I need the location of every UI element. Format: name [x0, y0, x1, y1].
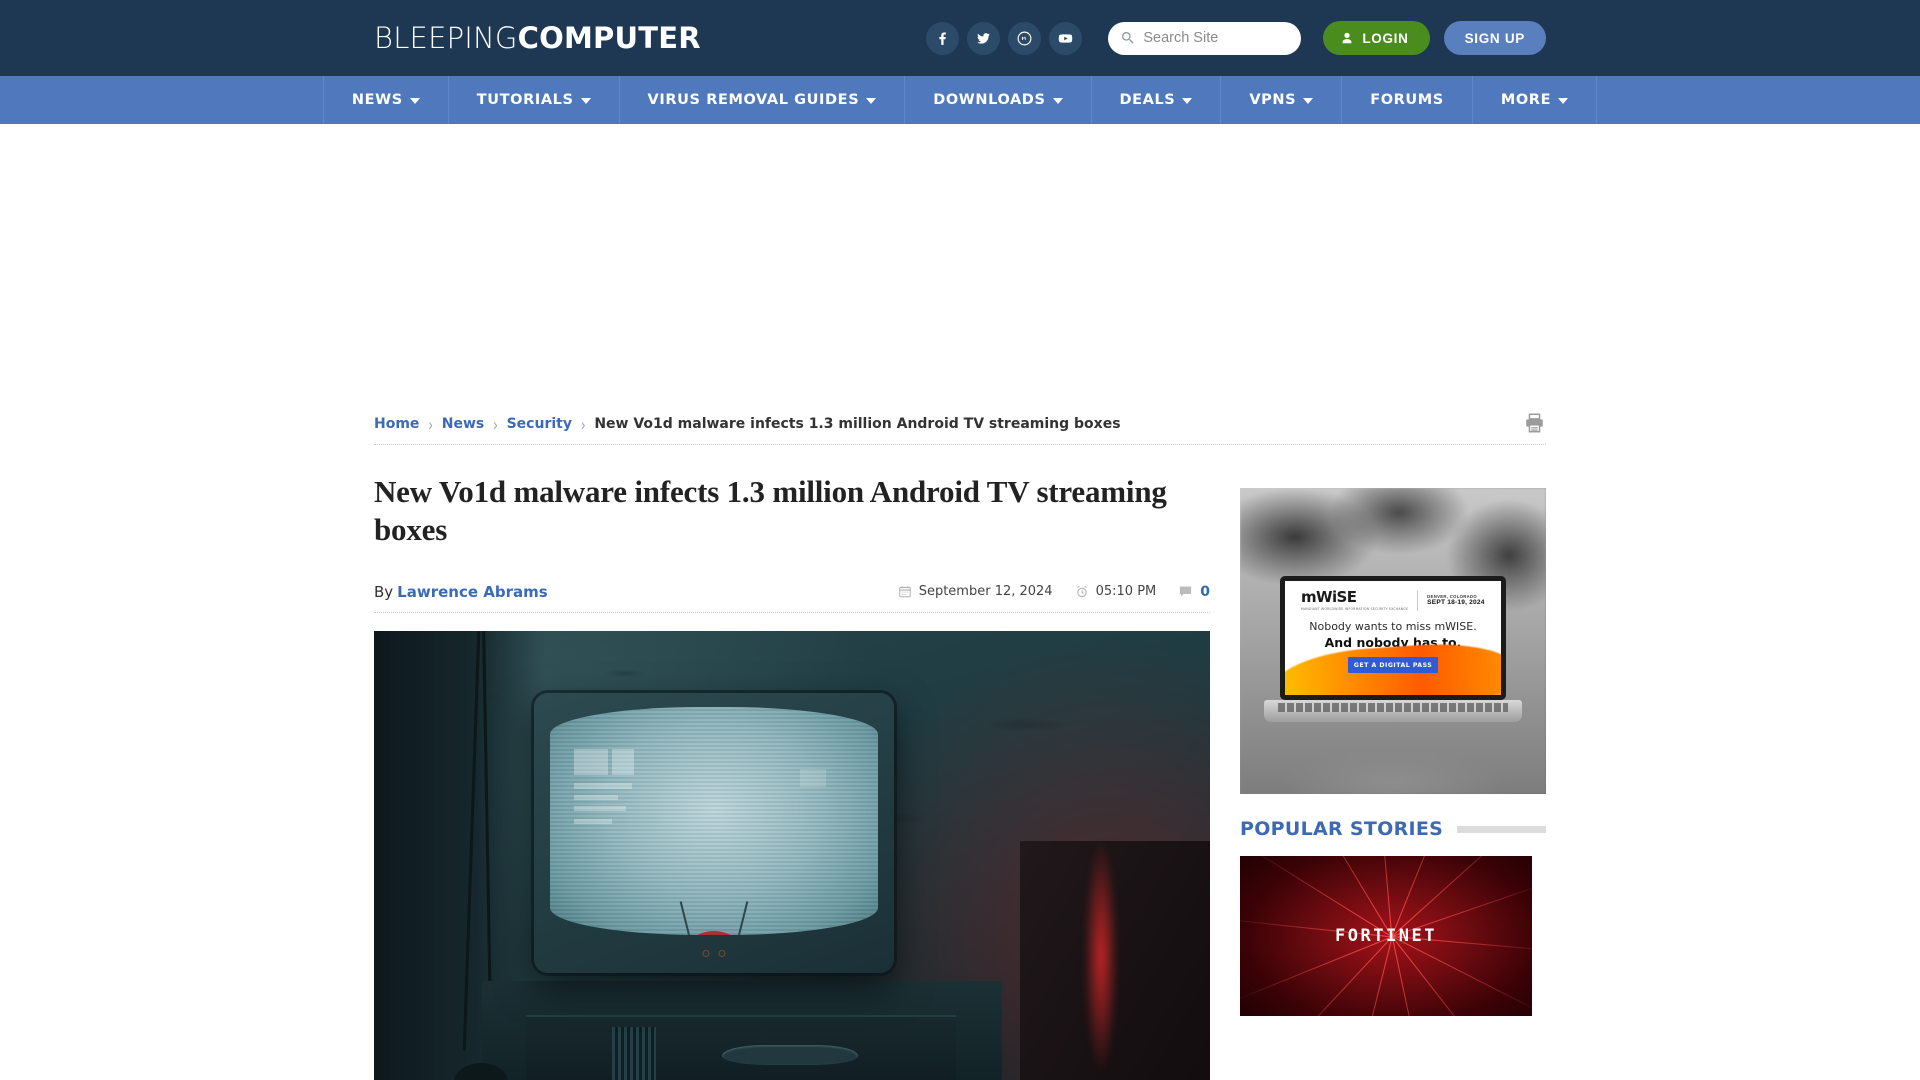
breadcrumb-separator: › [580, 414, 586, 434]
search-box[interactable] [1108, 21, 1302, 55]
comment-icon [1180, 586, 1192, 597]
ad-cta-button[interactable]: GET A DIGITAL PASS [1348, 657, 1438, 673]
robot-antenna-left [679, 900, 691, 935]
nav-label: DOWNLOADS [933, 92, 1046, 108]
facebook-icon[interactable] [926, 21, 960, 55]
nav-label: VIRUS REMOVAL GUIDES [647, 92, 860, 108]
hero-red-glow [1084, 840, 1118, 1071]
breadcrumb: Home › News › Security › New Vo1d malwar… [374, 412, 1546, 445]
leaderboard-ad-slot [0, 124, 1920, 412]
chevron-down-icon [580, 98, 591, 104]
nav-label: VPNS [1249, 92, 1297, 108]
nav-label: FORUMS [1370, 92, 1444, 108]
article-main-column: New Vo1d malware infects 1.3 million And… [374, 445, 1210, 1080]
login-button[interactable]: LOGIN [1323, 21, 1430, 55]
ad-laptop-screen: mWiSE MANDIANT WORLDWIDE INFORMATION SEC… [1280, 576, 1506, 700]
search-icon [1122, 31, 1134, 44]
breadcrumb-item-security[interactable]: Security [507, 416, 572, 432]
popular-stories-title: POPULAR STORIES [1240, 818, 1444, 840]
comment-count[interactable]: 0 [1178, 584, 1210, 600]
sidebar-ad-mwise[interactable]: mWiSE MANDIANT WORLDWIDE INFORMATION SEC… [1240, 488, 1546, 794]
search-input[interactable] [1143, 30, 1292, 46]
publish-time: 05:10 PM [1075, 584, 1157, 600]
breadcrumb-item-news[interactable]: News [442, 416, 484, 432]
breadcrumb-separator: › [428, 414, 433, 434]
ad-brand-logo: mWiSE [1301, 588, 1357, 606]
nav-label: TUTORIALS [476, 92, 574, 108]
mastodon-icon[interactable] [1008, 21, 1042, 55]
logo-text-light: BLEEPING [374, 21, 518, 55]
chevron-down-icon [866, 98, 877, 104]
hero-computer-case [526, 1014, 956, 1080]
by-label: By [374, 582, 394, 601]
breadcrumb-item-home[interactable]: Home [374, 416, 419, 432]
site-logo[interactable]: BLEEPINGCOMPUTER [374, 24, 701, 54]
user-icon [1342, 32, 1352, 44]
hero-monitor-leds [702, 949, 726, 957]
nav-item-vpns[interactable]: VPNS [1221, 76, 1343, 124]
nav-label: MORE [1500, 92, 1552, 108]
hero-case-vents [612, 1026, 656, 1080]
nav-item-deals[interactable]: DEALS [1092, 76, 1222, 124]
nav-item-downloads[interactable]: DOWNLOADS [905, 76, 1092, 124]
popular-story-thumbnail[interactable]: FORTINET [1240, 856, 1532, 1016]
social-links [926, 21, 1083, 55]
ad-laptop-base [1264, 700, 1522, 722]
ad-laptop: mWiSE MANDIANT WORLDWIDE INFORMATION SEC… [1264, 576, 1522, 722]
ad-brand-subtitle: MANDIANT WORLDWIDE INFORMATION SECURITY … [1301, 607, 1409, 611]
nav-item-more[interactable]: MORE [1473, 76, 1598, 124]
article-byline: By Lawrence Abrams September 12, 2024 05… [374, 581, 1210, 613]
ad-headline-1: Nobody wants to miss mWISE. [1309, 620, 1477, 633]
robot-antenna-right [737, 900, 749, 935]
publish-date: September 12, 2024 [898, 584, 1053, 599]
nav-item-virus-removal-guides[interactable]: VIRUS REMOVAL GUIDES [620, 76, 906, 124]
chevron-down-icon [1182, 98, 1193, 104]
nav-label: DEALS [1119, 92, 1176, 108]
breadcrumb-item-current: New Vo1d malware infects 1.3 million And… [594, 416, 1121, 432]
comment-count-value: 0 [1200, 583, 1210, 600]
site-header: BLEEPINGCOMPUTER Search Site LOGIN SIGN … [0, 0, 1920, 76]
nav-item-forums[interactable]: FORUMS [1342, 76, 1473, 124]
nav-item-tutorials[interactable]: TUTORIALS [449, 76, 620, 124]
calendar-icon [898, 586, 911, 598]
print-icon[interactable] [1523, 412, 1546, 439]
logo-text-bold: COMPUTER [517, 21, 701, 55]
twitter-icon[interactable] [967, 21, 1001, 55]
nav-label: NEWS [351, 92, 403, 108]
author-link[interactable]: Lawrence Abrams [397, 583, 548, 601]
ad-laptop-keyboard [1278, 703, 1508, 712]
login-label: LOGIN [1362, 30, 1409, 46]
page-title: New Vo1d malware infects 1.3 million And… [374, 474, 1167, 547]
publish-date-text: September 12, 2024 [918, 584, 1053, 600]
hero-crt-screen [550, 706, 878, 935]
chevron-down-icon [1558, 98, 1569, 104]
signup-button[interactable]: SIGN UP [1443, 21, 1546, 55]
sidebar: mWiSE MANDIANT WORLDWIDE INFORMATION SEC… [1240, 445, 1546, 1080]
alarm-clock-icon [1076, 585, 1087, 598]
popular-stories-header: POPULAR STORIES [1240, 818, 1546, 840]
publish-time-text: 05:10 PM [1095, 584, 1157, 600]
hero-case-slot [722, 1044, 858, 1065]
article-hero-image [374, 630, 1210, 1080]
breadcrumb-separator: › [493, 414, 498, 434]
fortinet-logo: FORTINET [1335, 926, 1437, 946]
chevron-down-icon [1052, 98, 1063, 104]
chevron-down-icon [1303, 98, 1314, 104]
signup-label: SIGN UP [1464, 30, 1525, 46]
youtube-icon[interactable] [1049, 21, 1083, 55]
nav-item-news[interactable]: NEWS [322, 76, 449, 124]
section-rule [1457, 825, 1546, 833]
ad-dates: SEPT 18-19, 2024 [1427, 599, 1485, 606]
hero-crt-monitor [534, 692, 894, 973]
main-navigation: NEWS TUTORIALS VIRUS REMOVAL GUIDES DOWN… [0, 76, 1920, 124]
chevron-down-icon [409, 98, 420, 104]
fortinet-logo-text: FORTINET [1335, 926, 1437, 946]
ad-divider [1417, 590, 1419, 611]
